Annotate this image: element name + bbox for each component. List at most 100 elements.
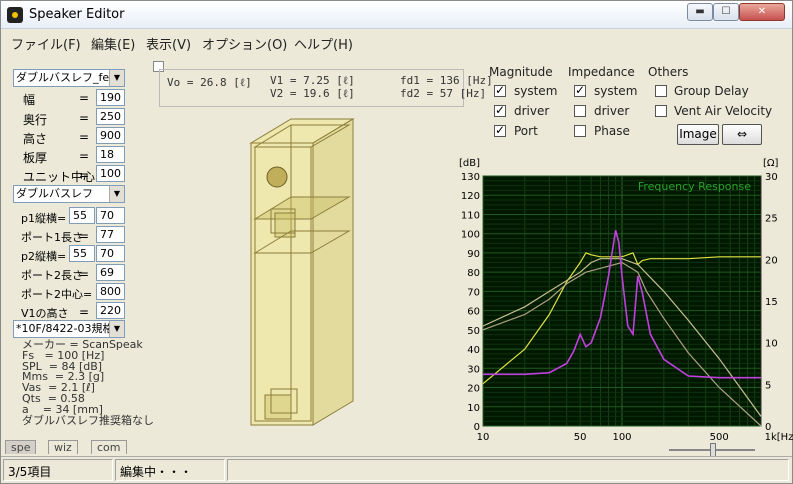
mag-driver-checkbox[interactable] (494, 103, 506, 117)
p1-height-input[interactable]: 70 (96, 207, 125, 224)
spec-note: ダブルバスレフ推奨箱なし (22, 413, 154, 427)
status-bar: 3/5項目 編集中・・・ (1, 456, 792, 483)
vent-velocity-label: Vent Air Velocity (674, 104, 773, 118)
param-label-port1-length: ポート1長さ (21, 231, 83, 244)
y-tick-right: 15 (765, 297, 778, 308)
y-tick-left: 50 (467, 326, 480, 337)
y-tick-right: 10 (765, 339, 778, 350)
v1-height-input[interactable]: 220 (96, 302, 125, 319)
frequency-response-chart: 130 120 110 100 90 80 70 60 50 40 30 20 100 30 25 20 15 1… (459, 158, 793, 443)
y-tick-left: 60 (467, 307, 480, 318)
menu-edit[interactable]: 編集(E) (91, 34, 135, 53)
imp-driver-checkbox[interactable] (574, 105, 586, 117)
box-side-face (312, 118, 354, 426)
equals-sign: = (79, 130, 90, 144)
group-others: Others (648, 65, 689, 79)
menu-file[interactable]: ファイル(F) (11, 34, 81, 53)
param-label-port2-length: ポート2長さ (21, 269, 83, 282)
unit-center-input[interactable]: 100 (96, 165, 125, 182)
maximize-icon: ☐ (721, 6, 731, 17)
mag-port-label: Port (514, 124, 538, 138)
param-label-p2: p2縦横= (21, 250, 67, 263)
image-button[interactable]: Image (677, 124, 719, 145)
y-tick-left: 30 (467, 364, 480, 375)
tab-wiz[interactable]: wiz (48, 440, 78, 454)
equals-sign: = (79, 305, 90, 319)
equals-sign: = (79, 229, 90, 243)
status-editing: 編集中・・・ (115, 459, 225, 481)
minimize-icon: ▬ (695, 6, 705, 17)
vent-velocity-checkbox[interactable] (655, 105, 667, 117)
mag-system-label: system (514, 84, 558, 98)
display-options: Magnitude Impedance Others system driver… (485, 61, 785, 156)
y-tick-left: 100 (461, 230, 480, 241)
chevron-down-icon: ▼ (109, 70, 124, 86)
maximize-button[interactable]: ☐ (713, 3, 739, 21)
app-icon (7, 7, 23, 23)
minimize-button[interactable]: ▬ (687, 3, 713, 21)
y-tick-right: 5 (765, 380, 771, 391)
menu-options[interactable]: オプション(O) (202, 34, 287, 53)
chevron-down-icon: ▼ (109, 321, 124, 337)
tab-spe[interactable]: spe (5, 440, 37, 454)
param-label-thickness: 板厚 (23, 151, 48, 165)
mag-driver-label: driver (514, 104, 550, 118)
param-label-depth: 奥行 (23, 113, 48, 127)
param-label-p1: p1縦横= (21, 212, 67, 225)
fd1-readout: fd1 = 136 [Hz] (400, 74, 493, 87)
volume-readout: Vo = 26.8 [ℓ] V1 = 7.25 [ℓ] V2 = 19.6 [ℓ… (159, 69, 493, 107)
menu-help[interactable]: ヘルプ(H) (294, 34, 353, 53)
enclosure-3d-view (249, 118, 355, 426)
x-tick: 50 (574, 432, 587, 443)
param-label-height: 高さ (23, 132, 48, 146)
imp-phase-label: Phase (594, 124, 630, 138)
y-tick-left: 80 (467, 268, 480, 279)
enclosure-select[interactable]: ダブルバスレフ ▼ (13, 185, 125, 203)
p2-height-input[interactable]: 70 (96, 245, 125, 262)
p1-width-input[interactable]: 55 (69, 207, 95, 224)
imp-system-checkbox[interactable] (574, 83, 586, 97)
port1-length-input[interactable]: 77 (96, 226, 125, 243)
group-delay-checkbox[interactable] (655, 85, 667, 97)
driver-specs: メーカー = ScanSpeak Fs = 100 [Hz] SPL = 84 … (22, 339, 154, 427)
menu-bar: ファイル(F) 編集(E) 表示(V) オプション(O) ヘルプ(H) (1, 31, 792, 53)
zoom-slider-thumb[interactable] (710, 443, 716, 457)
mag-system-checkbox[interactable] (494, 83, 506, 97)
y-unit-left: [dB] (459, 158, 480, 169)
tab-com[interactable]: com (91, 440, 127, 454)
thickness-input[interactable]: 18 (96, 146, 125, 163)
v2-readout: V2 = 19.6 [ℓ] (270, 87, 355, 100)
x-tick: 500 (710, 432, 729, 443)
project-select[interactable]: ダブルバスレフ_fe127 ▼ (13, 69, 125, 87)
status-empty (227, 459, 789, 481)
y-tick-right: 20 (765, 255, 778, 266)
menu-view[interactable]: 表示(V) (146, 34, 191, 53)
title-bar[interactable]: Speaker Editor ▬ ☐ ✕ (1, 1, 792, 29)
close-button[interactable]: ✕ (739, 3, 785, 21)
swap-button[interactable]: ⇔ (722, 124, 762, 145)
height-input[interactable]: 900 (96, 127, 125, 144)
driver-select[interactable]: *10F/8422-03規格 ▼ (13, 320, 125, 338)
x-tick: 10 (477, 432, 490, 443)
imp-phase-checkbox[interactable] (574, 125, 586, 137)
driver-circle (266, 166, 288, 188)
y-tick-left: 110 (461, 210, 480, 221)
speaker-editor-window: Speaker Editor ▬ ☐ ✕ ファイル(F) 編集(E) 表示(V)… (0, 0, 793, 484)
port2-length-input[interactable]: 69 (96, 264, 125, 281)
port2-center-input[interactable]: 800 (96, 283, 125, 300)
y-tick-left: 130 (461, 172, 480, 183)
y-tick-left: 70 (467, 287, 480, 298)
close-icon: ✕ (757, 6, 767, 17)
param-label-v1-height: V1の高さ (21, 307, 69, 320)
equals-sign: = (79, 267, 90, 281)
mag-port-checkbox[interactable] (494, 123, 506, 137)
width-input[interactable]: 190 (96, 89, 125, 106)
p2-width-input[interactable]: 55 (69, 245, 95, 262)
group-magnitude: Magnitude (489, 65, 553, 79)
equals-sign: = (79, 111, 90, 125)
equals-sign: = (79, 91, 90, 105)
y-tick-right: 25 (765, 214, 778, 225)
driver-select-value: *10F/8422-03規格 (16, 322, 114, 335)
group-delay-label: Group Delay (674, 84, 749, 98)
depth-input[interactable]: 250 (96, 108, 125, 125)
